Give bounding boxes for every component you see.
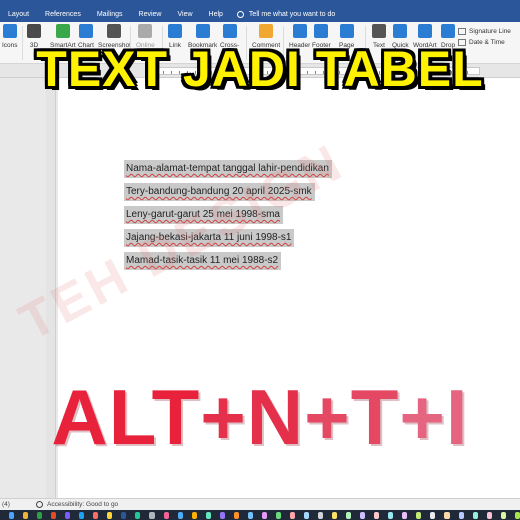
status-position: (4)	[2, 501, 10, 508]
taskbar-app-icon[interactable]	[135, 511, 141, 519]
tab-help[interactable]: Help	[201, 7, 231, 22]
shortcut-key-n: N	[246, 373, 305, 461]
taskbar-app-icon[interactable]	[93, 511, 99, 519]
quick-parts-icon	[393, 24, 408, 38]
tab-view[interactable]: View	[169, 7, 200, 22]
accessibility-status[interactable]: Accessibility: Good to go	[36, 501, 118, 508]
shortcut-key-alt: ALT	[51, 373, 201, 461]
taskbar-app-icon[interactable]	[149, 511, 155, 519]
taskbar-app-icon[interactable]	[318, 511, 324, 519]
taskbar-app-icon[interactable]	[51, 511, 57, 519]
taskbar-app-icon[interactable]	[486, 511, 492, 519]
cube-icon	[27, 24, 41, 38]
taskbar-app-icon[interactable]	[23, 511, 29, 519]
shortcut-plus: +	[200, 373, 247, 461]
video-icon	[138, 24, 153, 38]
tell-me-label: Tell me what you want to do	[248, 11, 336, 18]
taskbar-app-icon[interactable]	[388, 511, 394, 519]
shortcut-plus: +	[304, 373, 351, 461]
link-icon	[168, 24, 182, 38]
header-icon	[292, 24, 307, 38]
side-option-label: Signature Line	[469, 28, 511, 35]
signature-line-button[interactable]: Signature Line	[458, 26, 511, 37]
overlay-title: TEXT JADI TABEL	[36, 41, 484, 97]
windows-taskbar	[0, 510, 520, 520]
shortcut-key-i: I	[445, 373, 469, 461]
taskbar-app-icon[interactable]	[65, 511, 71, 519]
ribbon-tabs: Layout References Mailings Review View H…	[0, 7, 335, 22]
keyboard-shortcut: ALT+N+T+I	[0, 372, 520, 463]
smartart-icon	[55, 24, 70, 38]
taskbar-app-icon[interactable]	[514, 511, 520, 519]
taskbar-app-icon[interactable]	[472, 511, 478, 519]
taskbar-app-icon[interactable]	[444, 511, 450, 519]
drop-cap-icon	[441, 24, 456, 38]
taskbar-app-icon[interactable]	[247, 511, 253, 519]
taskbar-app-icon[interactable]	[219, 511, 225, 519]
taskbar-app-icon[interactable]	[9, 511, 15, 519]
lightbulb-icon	[236, 11, 244, 18]
footer-icon	[314, 24, 329, 38]
accessibility-icon	[36, 501, 43, 508]
chart-icon	[78, 24, 93, 38]
status-bar: (4) Accessibility: Good to go	[0, 498, 520, 510]
text-box-icon	[372, 24, 386, 38]
shortcut-key-t: T	[350, 373, 400, 461]
taskbar-app-icon[interactable]	[500, 511, 506, 519]
taskbar-app-icon[interactable]	[289, 511, 295, 519]
taskbar-app-icon[interactable]	[79, 511, 85, 519]
taskbar-app-icon[interactable]	[107, 511, 113, 519]
taskbar-app-icon[interactable]	[205, 511, 211, 519]
taskbar-app-icon[interactable]	[121, 511, 127, 519]
taskbar-app-icon[interactable]	[430, 511, 436, 519]
taskbar-app-icon[interactable]	[177, 511, 183, 519]
taskbar-app-icon[interactable]	[346, 511, 352, 519]
camera-icon	[107, 24, 122, 38]
shapes-icon	[2, 24, 17, 38]
cross-reference-icon	[222, 24, 237, 38]
comment-icon	[259, 24, 274, 38]
ribbon-tabs-bar: Layout References Mailings Review View H…	[0, 0, 520, 22]
page-number-icon	[339, 24, 354, 38]
taskbar-app-icon[interactable]	[233, 511, 239, 519]
tab-review[interactable]: Review	[131, 7, 170, 22]
taskbar-app-icon[interactable]	[261, 511, 267, 519]
taskbar-app-icon[interactable]	[458, 511, 464, 519]
taskbar-app-icon[interactable]	[303, 511, 310, 519]
taskbar-app-icon[interactable]	[374, 511, 380, 519]
signature-icon	[458, 28, 466, 35]
taskbar-app-icon[interactable]	[163, 511, 169, 519]
tab-references[interactable]: References	[37, 7, 89, 22]
shortcut-plus: +	[399, 373, 446, 461]
tell-me-search[interactable]: Tell me what you want to do	[236, 11, 336, 18]
tab-layout[interactable]: Layout	[0, 7, 37, 22]
taskbar-app-icon[interactable]	[416, 511, 422, 519]
taskbar-app-icon[interactable]	[191, 511, 197, 519]
taskbar-app-icon[interactable]	[37, 511, 43, 519]
taskbar-app-icon[interactable]	[402, 511, 408, 519]
taskbar-app-icon[interactable]	[360, 511, 366, 519]
word-window: Layout References Mailings Review View H…	[0, 0, 520, 520]
taskbar-app-icon[interactable]	[332, 511, 338, 519]
accessibility-label: Accessibility: Good to go	[47, 501, 119, 508]
bookmark-icon	[195, 24, 210, 38]
tab-mailings[interactable]: Mailings	[89, 7, 131, 22]
taskbar-app-icon[interactable]	[275, 511, 281, 519]
wordart-icon	[417, 24, 432, 38]
